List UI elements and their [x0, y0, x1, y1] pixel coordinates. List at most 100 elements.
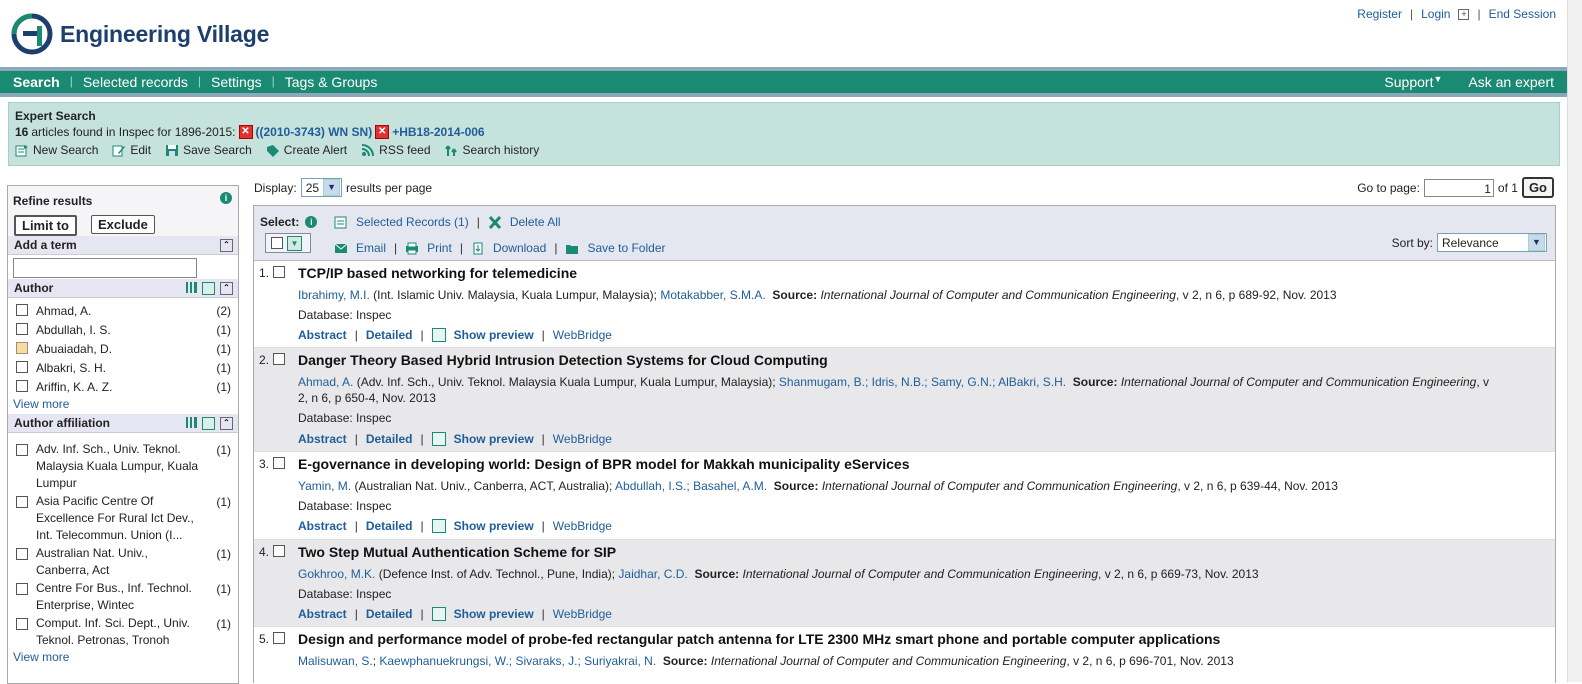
- author-link[interactable]: Ahmad, A.: [298, 375, 353, 389]
- nav-settings[interactable]: Settings: [211, 74, 262, 90]
- author-link[interactable]: Abdullah, I.S.; Basahel, A.M.: [615, 479, 767, 493]
- chevron-down-icon: ▼: [287, 235, 302, 251]
- show-preview-link[interactable]: Show preview: [454, 607, 534, 621]
- author-link[interactable]: Motakabber, S.M.A.: [660, 288, 765, 302]
- record-checkbox[interactable]: [273, 632, 285, 644]
- nav-tags-groups[interactable]: Tags & Groups: [285, 74, 378, 90]
- info-icon[interactable]: i: [220, 192, 232, 204]
- detailed-link[interactable]: Detailed: [366, 328, 413, 342]
- save-to-folder-link[interactable]: Save to Folder: [587, 241, 665, 255]
- new-search-button[interactable]: New Search: [15, 143, 98, 157]
- export-icon[interactable]: [202, 417, 215, 430]
- collapse-icon[interactable]: ⌃: [220, 282, 233, 295]
- webbridge-link[interactable]: WebBridge: [553, 607, 612, 621]
- author-item: Ahmad, A. (2): [8, 301, 238, 320]
- abstract-link[interactable]: Abstract: [298, 432, 347, 446]
- search-history-button[interactable]: Search history: [444, 143, 539, 157]
- rss-feed-button[interactable]: RSS feed: [361, 143, 431, 157]
- author-checkbox[interactable]: [16, 361, 28, 373]
- download-link[interactable]: Download: [493, 241, 546, 255]
- webbridge-link[interactable]: WebBridge: [553, 432, 612, 446]
- record-title[interactable]: Danger Theory Based Hybrid Intrusion Det…: [298, 352, 828, 368]
- login-link[interactable]: Login: [1421, 7, 1450, 21]
- nav-search[interactable]: Search: [13, 74, 60, 90]
- author-checkbox[interactable]: [16, 323, 28, 335]
- show-preview-link[interactable]: Show preview: [454, 519, 534, 533]
- affiliation-view-more-link[interactable]: View more: [13, 650, 69, 664]
- record-title[interactable]: Two Step Mutual Authentication Scheme fo…: [298, 544, 616, 560]
- author-link[interactable]: Gokhroo, M.K.: [298, 567, 375, 581]
- record-authors: Yamin, M. (Australian Nat. Univ., Canber…: [298, 479, 1338, 493]
- author-link[interactable]: Yamin, M.: [298, 479, 351, 493]
- author-checkbox[interactable]: [16, 380, 28, 392]
- show-preview-link[interactable]: Show preview: [454, 432, 534, 446]
- nav-support[interactable]: Support▼: [1384, 74, 1442, 90]
- detailed-link[interactable]: Detailed: [366, 519, 413, 533]
- selected-records-link[interactable]: Selected Records (1): [356, 215, 469, 229]
- select-all-dropdown[interactable]: ▼: [265, 233, 311, 253]
- add-term-input[interactable]: [13, 258, 197, 278]
- record-title[interactable]: E-governance in developing world: Design…: [298, 456, 909, 472]
- search-term-2[interactable]: +HB18-2014-006: [392, 125, 484, 139]
- author-checkbox[interactable]: [16, 342, 28, 354]
- limit-to-button[interactable]: Limit to: [14, 215, 77, 236]
- email-link[interactable]: Email: [356, 241, 386, 255]
- record-checkbox[interactable]: [273, 353, 285, 365]
- end-session-link[interactable]: End Session: [1489, 7, 1556, 21]
- abstract-link[interactable]: Abstract: [298, 519, 347, 533]
- create-alert-button[interactable]: Create Alert: [266, 143, 347, 157]
- register-link[interactable]: Register: [1357, 7, 1402, 21]
- info-icon[interactable]: i: [305, 216, 318, 228]
- record-checkbox[interactable]: [273, 457, 285, 469]
- exclude-button[interactable]: Exclude: [91, 215, 155, 234]
- author-view-more-link[interactable]: View more: [13, 397, 69, 411]
- export-icon[interactable]: [202, 282, 215, 295]
- author-link[interactable]: Jaidhar, C.D.: [618, 567, 687, 581]
- author-link[interactable]: Kaewphanuekrungsi, W.; Sivaraks, J.; Sur…: [379, 654, 656, 668]
- author-link[interactable]: Ibrahimy, M.I.: [298, 288, 370, 302]
- affiliation-checkbox[interactable]: [16, 444, 28, 456]
- nav-ask-expert[interactable]: Ask an expert: [1468, 74, 1554, 90]
- webbridge-link[interactable]: WebBridge: [553, 328, 612, 342]
- select-all-checkbox[interactable]: [271, 237, 283, 249]
- page-number-input[interactable]: 1: [1423, 178, 1494, 197]
- page-scrollbar[interactable]: [1567, 0, 1582, 682]
- affiliation-checkbox[interactable]: [16, 583, 28, 595]
- remove-term-icon[interactable]: ✕: [375, 125, 390, 139]
- save-search-button[interactable]: Save Search: [165, 143, 252, 157]
- affiliation-checkbox[interactable]: [16, 618, 28, 630]
- edit-button[interactable]: Edit: [112, 143, 151, 157]
- collapse-icon[interactable]: ⌃: [220, 417, 233, 430]
- ev-logo[interactable]: Engineering Village: [10, 10, 269, 58]
- search-term-1[interactable]: ((2010-3743) WN SN): [256, 125, 373, 139]
- print-link[interactable]: Print: [427, 241, 452, 255]
- detailed-link[interactable]: Detailed: [366, 607, 413, 621]
- abstract-link[interactable]: Abstract: [298, 328, 347, 342]
- login-expand-icon[interactable]: +: [1458, 8, 1470, 20]
- delete-all-link[interactable]: Delete All: [510, 215, 561, 229]
- sort-by-select[interactable]: Relevance ▼: [1437, 233, 1547, 252]
- affiliation-checkbox[interactable]: [16, 496, 28, 508]
- record-title[interactable]: Design and performance model of probe-fe…: [298, 631, 1220, 647]
- chart-icon[interactable]: [186, 282, 197, 293]
- record-title[interactable]: TCP/IP based networking for telemedicine: [298, 265, 577, 281]
- record-checkbox[interactable]: [273, 266, 285, 278]
- author-link[interactable]: Shanmugam, B.; Idris, N.B.; Samy, G.N.; …: [779, 375, 1066, 389]
- affiliation-checkbox[interactable]: [16, 548, 28, 560]
- author-link[interactable]: Malisuwan, S.: [298, 654, 373, 668]
- abstract-link[interactable]: Abstract: [298, 607, 347, 621]
- chart-icon[interactable]: [186, 417, 197, 428]
- show-preview-link[interactable]: Show preview: [454, 328, 534, 342]
- remove-term-icon[interactable]: ✕: [238, 125, 253, 139]
- results-toolbar: Select: i ▼ Selected Records (1) | Delet…: [254, 206, 1555, 261]
- results-per-page-select[interactable]: 25 ▼: [300, 178, 343, 197]
- webbridge-link[interactable]: WebBridge: [553, 519, 612, 533]
- detailed-link[interactable]: Detailed: [366, 432, 413, 446]
- collapse-icon[interactable]: ⌃: [220, 239, 233, 252]
- go-button[interactable]: Go: [1521, 177, 1554, 198]
- record-checkbox[interactable]: [273, 545, 285, 557]
- alert-tag-icon: [266, 144, 279, 157]
- nav-selected-records[interactable]: Selected records: [83, 74, 188, 90]
- author-checkbox[interactable]: [16, 304, 28, 316]
- folder-icon: [566, 244, 579, 254]
